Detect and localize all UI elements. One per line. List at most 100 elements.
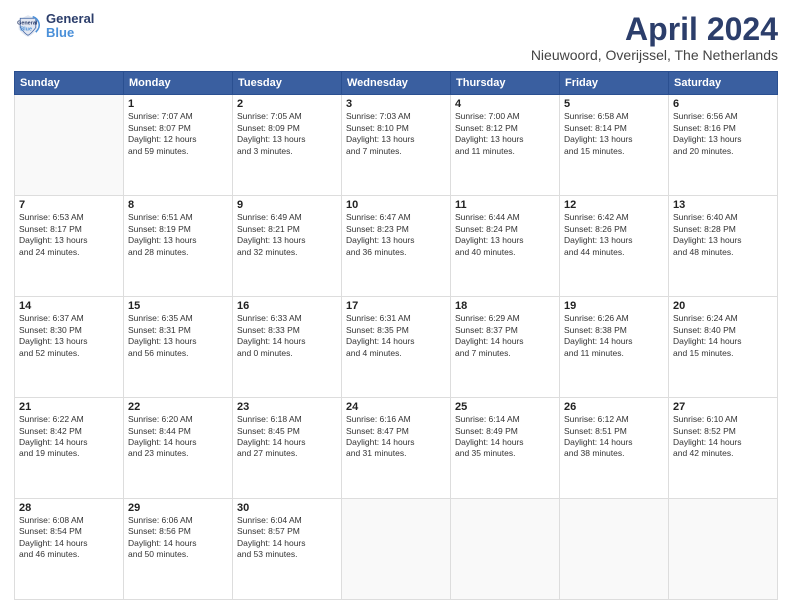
calendar-cell-w2-d2: 9Sunrise: 6:49 AM Sunset: 8:21 PM Daylig… <box>233 196 342 297</box>
day-number: 1 <box>128 98 228 110</box>
day-info: Sunrise: 6:31 AM Sunset: 8:35 PM Dayligh… <box>346 313 446 359</box>
calendar-cell-w1-d5: 5Sunrise: 6:58 AM Sunset: 8:14 PM Daylig… <box>560 95 669 196</box>
day-info: Sunrise: 6:24 AM Sunset: 8:40 PM Dayligh… <box>673 313 773 359</box>
day-number: 7 <box>19 199 119 211</box>
calendar-cell-w4-d4: 25Sunrise: 6:14 AM Sunset: 8:49 PM Dayli… <box>451 398 560 499</box>
day-info: Sunrise: 6:33 AM Sunset: 8:33 PM Dayligh… <box>237 313 337 359</box>
day-number: 16 <box>237 300 337 312</box>
week-row-3: 14Sunrise: 6:37 AM Sunset: 8:30 PM Dayli… <box>15 297 778 398</box>
calendar-cell-w1-d6: 6Sunrise: 6:56 AM Sunset: 8:16 PM Daylig… <box>669 95 778 196</box>
day-number: 28 <box>19 502 119 514</box>
calendar-cell-w5-d6 <box>669 499 778 600</box>
header-friday: Friday <box>560 72 669 95</box>
calendar-cell-w4-d2: 23Sunrise: 6:18 AM Sunset: 8:45 PM Dayli… <box>233 398 342 499</box>
calendar-cell-w1-d4: 4Sunrise: 7:00 AM Sunset: 8:12 PM Daylig… <box>451 95 560 196</box>
main-title: April 2024 <box>531 12 778 47</box>
day-info: Sunrise: 7:05 AM Sunset: 8:09 PM Dayligh… <box>237 111 337 157</box>
calendar-cell-w2-d3: 10Sunrise: 6:47 AM Sunset: 8:23 PM Dayli… <box>342 196 451 297</box>
day-info: Sunrise: 6:12 AM Sunset: 8:51 PM Dayligh… <box>564 414 664 460</box>
header-sunday: Sunday <box>15 72 124 95</box>
day-info: Sunrise: 7:07 AM Sunset: 8:07 PM Dayligh… <box>128 111 228 157</box>
title-block: April 2024 Nieuwoord, Overijssel, The Ne… <box>531 12 778 63</box>
calendar-cell-w5-d2: 30Sunrise: 6:04 AM Sunset: 8:57 PM Dayli… <box>233 499 342 600</box>
day-number: 14 <box>19 300 119 312</box>
calendar-header-row: Sunday Monday Tuesday Wednesday Thursday… <box>15 72 778 95</box>
calendar-cell-w4-d6: 27Sunrise: 6:10 AM Sunset: 8:52 PM Dayli… <box>669 398 778 499</box>
calendar-cell-w3-d6: 20Sunrise: 6:24 AM Sunset: 8:40 PM Dayli… <box>669 297 778 398</box>
day-info: Sunrise: 6:42 AM Sunset: 8:26 PM Dayligh… <box>564 212 664 258</box>
day-number: 2 <box>237 98 337 110</box>
subtitle: Nieuwoord, Overijssel, The Netherlands <box>531 47 778 63</box>
day-number: 29 <box>128 502 228 514</box>
day-info: Sunrise: 6:04 AM Sunset: 8:57 PM Dayligh… <box>237 515 337 561</box>
week-row-2: 7Sunrise: 6:53 AM Sunset: 8:17 PM Daylig… <box>15 196 778 297</box>
calendar-cell-w1-d2: 2Sunrise: 7:05 AM Sunset: 8:09 PM Daylig… <box>233 95 342 196</box>
day-info: Sunrise: 6:22 AM Sunset: 8:42 PM Dayligh… <box>19 414 119 460</box>
day-info: Sunrise: 6:44 AM Sunset: 8:24 PM Dayligh… <box>455 212 555 258</box>
calendar-cell-w2-d6: 13Sunrise: 6:40 AM Sunset: 8:28 PM Dayli… <box>669 196 778 297</box>
day-number: 10 <box>346 199 446 211</box>
day-info: Sunrise: 6:26 AM Sunset: 8:38 PM Dayligh… <box>564 313 664 359</box>
day-info: Sunrise: 6:56 AM Sunset: 8:16 PM Dayligh… <box>673 111 773 157</box>
day-number: 27 <box>673 401 773 413</box>
day-info: Sunrise: 6:47 AM Sunset: 8:23 PM Dayligh… <box>346 212 446 258</box>
calendar-cell-w3-d3: 17Sunrise: 6:31 AM Sunset: 8:35 PM Dayli… <box>342 297 451 398</box>
day-info: Sunrise: 6:10 AM Sunset: 8:52 PM Dayligh… <box>673 414 773 460</box>
page: General Blue General Blue April 2024 Nie… <box>0 0 792 612</box>
calendar-cell-w4-d3: 24Sunrise: 6:16 AM Sunset: 8:47 PM Dayli… <box>342 398 451 499</box>
logo-text: General Blue <box>46 12 94 41</box>
day-number: 4 <box>455 98 555 110</box>
calendar-cell-w5-d3 <box>342 499 451 600</box>
calendar-cell-w3-d0: 14Sunrise: 6:37 AM Sunset: 8:30 PM Dayli… <box>15 297 124 398</box>
calendar-cell-w5-d1: 29Sunrise: 6:06 AM Sunset: 8:56 PM Dayli… <box>124 499 233 600</box>
calendar-cell-w1-d3: 3Sunrise: 7:03 AM Sunset: 8:10 PM Daylig… <box>342 95 451 196</box>
day-number: 5 <box>564 98 664 110</box>
header: General Blue General Blue April 2024 Nie… <box>14 12 778 63</box>
day-number: 8 <box>128 199 228 211</box>
day-number: 23 <box>237 401 337 413</box>
day-number: 3 <box>346 98 446 110</box>
day-number: 18 <box>455 300 555 312</box>
header-thursday: Thursday <box>451 72 560 95</box>
calendar-cell-w2-d0: 7Sunrise: 6:53 AM Sunset: 8:17 PM Daylig… <box>15 196 124 297</box>
logo-icon: General Blue <box>14 12 42 40</box>
day-info: Sunrise: 6:14 AM Sunset: 8:49 PM Dayligh… <box>455 414 555 460</box>
calendar-table: Sunday Monday Tuesday Wednesday Thursday… <box>14 71 778 600</box>
day-number: 9 <box>237 199 337 211</box>
day-number: 11 <box>455 199 555 211</box>
day-info: Sunrise: 6:53 AM Sunset: 8:17 PM Dayligh… <box>19 212 119 258</box>
day-number: 19 <box>564 300 664 312</box>
day-info: Sunrise: 6:51 AM Sunset: 8:19 PM Dayligh… <box>128 212 228 258</box>
calendar-cell-w1-d1: 1Sunrise: 7:07 AM Sunset: 8:07 PM Daylig… <box>124 95 233 196</box>
calendar-cell-w5-d5 <box>560 499 669 600</box>
calendar-cell-w4-d5: 26Sunrise: 6:12 AM Sunset: 8:51 PM Dayli… <box>560 398 669 499</box>
header-tuesday: Tuesday <box>233 72 342 95</box>
day-info: Sunrise: 6:18 AM Sunset: 8:45 PM Dayligh… <box>237 414 337 460</box>
day-info: Sunrise: 7:03 AM Sunset: 8:10 PM Dayligh… <box>346 111 446 157</box>
calendar-cell-w3-d4: 18Sunrise: 6:29 AM Sunset: 8:37 PM Dayli… <box>451 297 560 398</box>
svg-text:General: General <box>17 21 38 27</box>
day-number: 13 <box>673 199 773 211</box>
calendar-cell-w4-d1: 22Sunrise: 6:20 AM Sunset: 8:44 PM Dayli… <box>124 398 233 499</box>
day-number: 6 <box>673 98 773 110</box>
day-number: 15 <box>128 300 228 312</box>
day-info: Sunrise: 6:20 AM Sunset: 8:44 PM Dayligh… <box>128 414 228 460</box>
svg-text:Blue: Blue <box>20 27 32 33</box>
day-number: 21 <box>19 401 119 413</box>
day-info: Sunrise: 6:40 AM Sunset: 8:28 PM Dayligh… <box>673 212 773 258</box>
day-number: 26 <box>564 401 664 413</box>
calendar-cell-w2-d4: 11Sunrise: 6:44 AM Sunset: 8:24 PM Dayli… <box>451 196 560 297</box>
calendar-cell-w5-d0: 28Sunrise: 6:08 AM Sunset: 8:54 PM Dayli… <box>15 499 124 600</box>
header-wednesday: Wednesday <box>342 72 451 95</box>
week-row-1: 1Sunrise: 7:07 AM Sunset: 8:07 PM Daylig… <box>15 95 778 196</box>
logo: General Blue General Blue <box>14 12 94 41</box>
day-number: 20 <box>673 300 773 312</box>
day-info: Sunrise: 6:08 AM Sunset: 8:54 PM Dayligh… <box>19 515 119 561</box>
calendar-cell-w3-d5: 19Sunrise: 6:26 AM Sunset: 8:38 PM Dayli… <box>560 297 669 398</box>
calendar-cell-w2-d5: 12Sunrise: 6:42 AM Sunset: 8:26 PM Dayli… <box>560 196 669 297</box>
day-number: 12 <box>564 199 664 211</box>
day-info: Sunrise: 6:16 AM Sunset: 8:47 PM Dayligh… <box>346 414 446 460</box>
day-info: Sunrise: 6:49 AM Sunset: 8:21 PM Dayligh… <box>237 212 337 258</box>
day-number: 24 <box>346 401 446 413</box>
day-info: Sunrise: 6:37 AM Sunset: 8:30 PM Dayligh… <box>19 313 119 359</box>
